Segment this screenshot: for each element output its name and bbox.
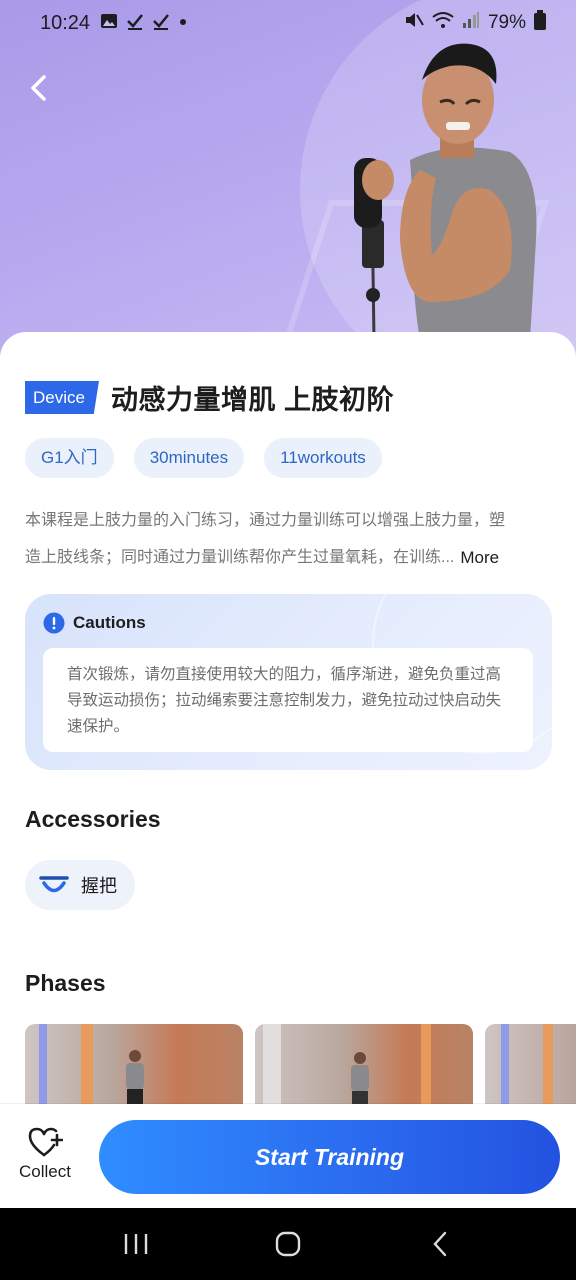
system-nav-bar [0, 1208, 576, 1280]
exclamation-icon [43, 612, 65, 634]
phase-decor [501, 1024, 509, 1114]
phase-decor [39, 1024, 47, 1114]
device-tag: Device [25, 381, 99, 414]
phase-card[interactable] [485, 1024, 576, 1114]
trainer-illustration [354, 43, 537, 340]
start-training-button[interactable]: Start Training [99, 1120, 560, 1194]
course-title: 动感力量增肌 上肢初阶 [110, 385, 394, 415]
phase-decor [421, 1024, 431, 1114]
heart-plus-icon [28, 1127, 63, 1157]
cautions-title: Cautions [73, 613, 146, 632]
handle-grip-icon [39, 876, 69, 893]
course-detail-sheet: Device 动感力量增肌 上肢初阶 G1入门 30minutes 11work… [0, 332, 576, 1114]
back-button[interactable] [18, 68, 58, 108]
phase-card[interactable] [25, 1024, 243, 1114]
collect-label: Collect [19, 1162, 71, 1181]
accessory-item[interactable]: 握把 [25, 860, 135, 910]
phases-list [25, 1024, 576, 1114]
system-back-button[interactable] [410, 1214, 470, 1274]
status-time: 10:24 [40, 11, 91, 34]
accessories-title: Accessories [25, 806, 161, 832]
phase-decor [263, 1024, 281, 1114]
course-chips: G1入门 30minutes 11workouts [25, 438, 382, 478]
check-icon [152, 12, 170, 35]
recent-apps-icon [124, 1234, 148, 1254]
wifi-icon [432, 11, 454, 35]
description-line-1: 本课程是上肢力量的入门练习，通过力量训练可以增强上肢力量，塑 [25, 512, 506, 529]
phase-decor [81, 1024, 93, 1114]
status-bar: 10:24 79% [0, 0, 576, 46]
mute-icon [404, 11, 424, 35]
course-description: 本课程是上肢力量的入门练习，通过力量训练可以增强上肢力量，塑 造上肢线条；同时通… [25, 502, 555, 576]
dot-icon [178, 14, 188, 32]
bottom-action-bar: Collect Start Training [0, 1104, 576, 1208]
signal-icon [462, 11, 480, 35]
phase-decor [543, 1024, 553, 1114]
battery-icon [534, 10, 546, 36]
home-button[interactable] [258, 1214, 318, 1274]
cautions-panel: Cautions 首次锻炼，请勿直接使用较大的阻力，循序渐进，避免负重过高导致运… [25, 594, 552, 770]
accessory-label: 握把 [81, 876, 117, 896]
title-row: Device 动感力量增肌 上肢初阶 [25, 378, 394, 417]
more-link[interactable]: More [460, 539, 499, 576]
battery-percent: 79% [487, 12, 526, 33]
phase-card[interactable] [255, 1024, 473, 1114]
back-arrow-icon [433, 1231, 447, 1257]
description-line-2: 造上肢线条；同时通过力量训练帮你产生过量氧耗，在训练... [25, 549, 455, 566]
collect-button[interactable]: Collect [12, 1126, 78, 1190]
cautions-text: 首次锻炼，请勿直接使用较大的阻力，循序渐进，避免负重过高导致运动损伤；拉动绳索要… [43, 648, 533, 752]
home-icon [275, 1231, 301, 1257]
hero-banner [0, 0, 576, 360]
chip-duration: 30minutes [133, 438, 245, 478]
recent-apps-button[interactable] [106, 1214, 166, 1274]
phases-title: Phases [25, 970, 106, 996]
chip-level: G1入门 [25, 438, 114, 478]
chevron-left-icon [31, 75, 46, 101]
check-icon [126, 12, 144, 35]
chip-workouts: 11workouts [264, 438, 382, 478]
image-icon [100, 12, 118, 35]
